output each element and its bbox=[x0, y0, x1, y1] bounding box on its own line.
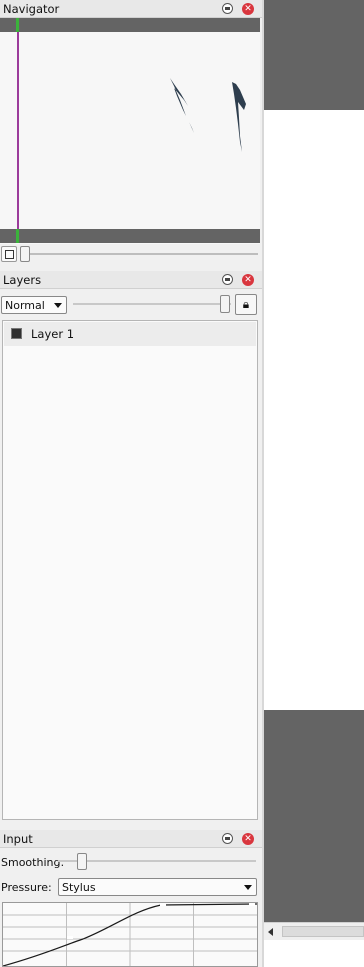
navigator-thumbnail-strokes bbox=[168, 74, 246, 152]
input-title: Input bbox=[3, 832, 33, 846]
layer-thumbnail-icon bbox=[11, 328, 22, 339]
close-panel-icon[interactable]: ✕ bbox=[242, 3, 254, 15]
chevron-down-icon bbox=[54, 303, 62, 308]
navigator-preview[interactable] bbox=[0, 18, 260, 244]
navigator-title: Navigator bbox=[3, 2, 60, 16]
navigator-zoom-row bbox=[0, 244, 262, 264]
layer-list[interactable]: Layer 1 bbox=[2, 320, 258, 820]
opacity-slider-handle[interactable] bbox=[220, 295, 230, 313]
pressure-label: Pressure: bbox=[1, 881, 52, 894]
smoothing-slider-handle[interactable] bbox=[77, 853, 87, 870]
smoothing-slider-track[interactable] bbox=[58, 860, 256, 862]
pressure-curve-editor[interactable] bbox=[2, 902, 258, 967]
pressure-source-value: Stylus bbox=[62, 881, 96, 894]
scroll-left-icon[interactable] bbox=[268, 928, 273, 936]
smoothing-label: Smoothing: bbox=[1, 856, 65, 869]
float-panel-icon[interactable] bbox=[222, 3, 233, 14]
navigator-titlebar[interactable]: Navigator ✕ bbox=[0, 0, 262, 18]
close-panel-icon[interactable]: ✕ bbox=[242, 833, 254, 845]
fit-to-view-button[interactable] bbox=[1, 246, 17, 262]
float-panel-icon[interactable] bbox=[222, 833, 233, 844]
zoom-slider-track[interactable] bbox=[22, 253, 258, 255]
layers-titlebar[interactable]: Layers ✕ bbox=[0, 271, 262, 289]
pressure-source-select[interactable]: Stylus bbox=[58, 878, 257, 896]
blend-mode-value: Normal bbox=[5, 299, 45, 312]
canvas-background-top bbox=[264, 0, 364, 110]
scrollbar-thumb[interactable] bbox=[282, 926, 364, 937]
float-panel-icon[interactable] bbox=[222, 274, 233, 285]
lock-icon[interactable]: 🔒︎ bbox=[235, 294, 257, 315]
layer-row[interactable]: Layer 1 bbox=[4, 322, 256, 346]
input-titlebar[interactable]: Input ✕ bbox=[0, 830, 262, 848]
opacity-slider-track[interactable] bbox=[73, 303, 231, 305]
close-panel-icon[interactable]: ✕ bbox=[242, 274, 254, 286]
blend-mode-select[interactable]: Normal bbox=[1, 296, 67, 314]
pressure-curve-graph bbox=[3, 903, 257, 966]
layers-title: Layers bbox=[3, 273, 42, 287]
canvas-background-bottom bbox=[264, 710, 364, 922]
zoom-slider-handle[interactable] bbox=[20, 246, 30, 262]
chevron-down-icon bbox=[244, 885, 252, 890]
horizontal-scrollbar[interactable] bbox=[264, 922, 364, 940]
layer-name: Layer 1 bbox=[31, 327, 75, 341]
